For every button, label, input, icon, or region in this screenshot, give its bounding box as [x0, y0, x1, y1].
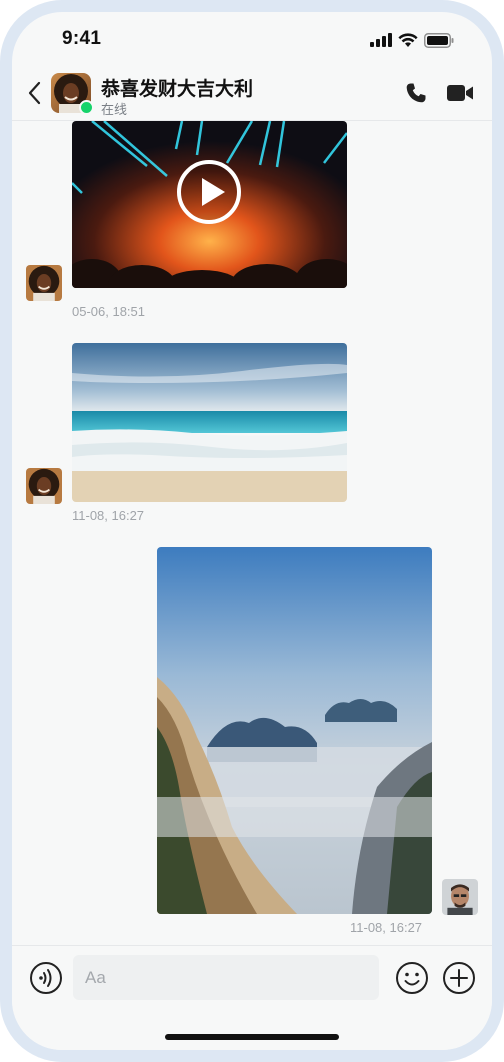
misty-mountain-photo — [157, 547, 432, 914]
play-icon[interactable] — [176, 159, 242, 225]
home-indicator — [165, 1034, 339, 1040]
message-list[interactable]: 05-06, 18:51 11-08, 16:27 11-08, 16:27 — [12, 121, 492, 944]
chat-header: 恭喜发财大吉大利 在线 — [12, 68, 492, 121]
wifi-icon — [398, 32, 418, 47]
contact-avatar-small[interactable] — [26, 468, 62, 504]
composer-bar — [12, 945, 492, 1050]
message-timestamp: 11-08, 16:27 — [350, 920, 423, 935]
phone-screen: 9:41 恭喜发财大吉大利 在线 05-06, 18:51 11-08, 16:… — [12, 12, 492, 1050]
phone-call-icon[interactable] — [404, 81, 428, 105]
add-attachment-icon[interactable] — [442, 961, 476, 995]
signal-icon — [370, 33, 392, 47]
image-message[interactable] — [72, 343, 347, 502]
status-bar: 9:41 — [12, 12, 492, 68]
contact-status: 在线 — [101, 102, 128, 117]
video-call-icon[interactable] — [446, 82, 474, 104]
message-timestamp: 05-06, 18:51 — [72, 304, 146, 319]
voice-input-icon[interactable] — [29, 961, 63, 995]
emoji-icon[interactable] — [395, 961, 429, 995]
contact-name: 恭喜发财大吉大利 — [101, 79, 254, 100]
my-avatar[interactable] — [442, 879, 478, 915]
message-timestamp: 11-08, 16:27 — [72, 508, 145, 523]
beach-photo — [72, 343, 347, 502]
status-time: 9:41 — [62, 28, 102, 49]
video-message[interactable] — [72, 121, 347, 288]
contact-avatar-small[interactable] — [26, 265, 62, 301]
back-arrow-icon[interactable] — [24, 80, 46, 106]
online-status-dot — [79, 100, 94, 115]
message-input[interactable] — [73, 955, 379, 1000]
image-message[interactable] — [157, 547, 432, 914]
status-icons — [370, 32, 454, 48]
battery-icon — [424, 32, 454, 48]
